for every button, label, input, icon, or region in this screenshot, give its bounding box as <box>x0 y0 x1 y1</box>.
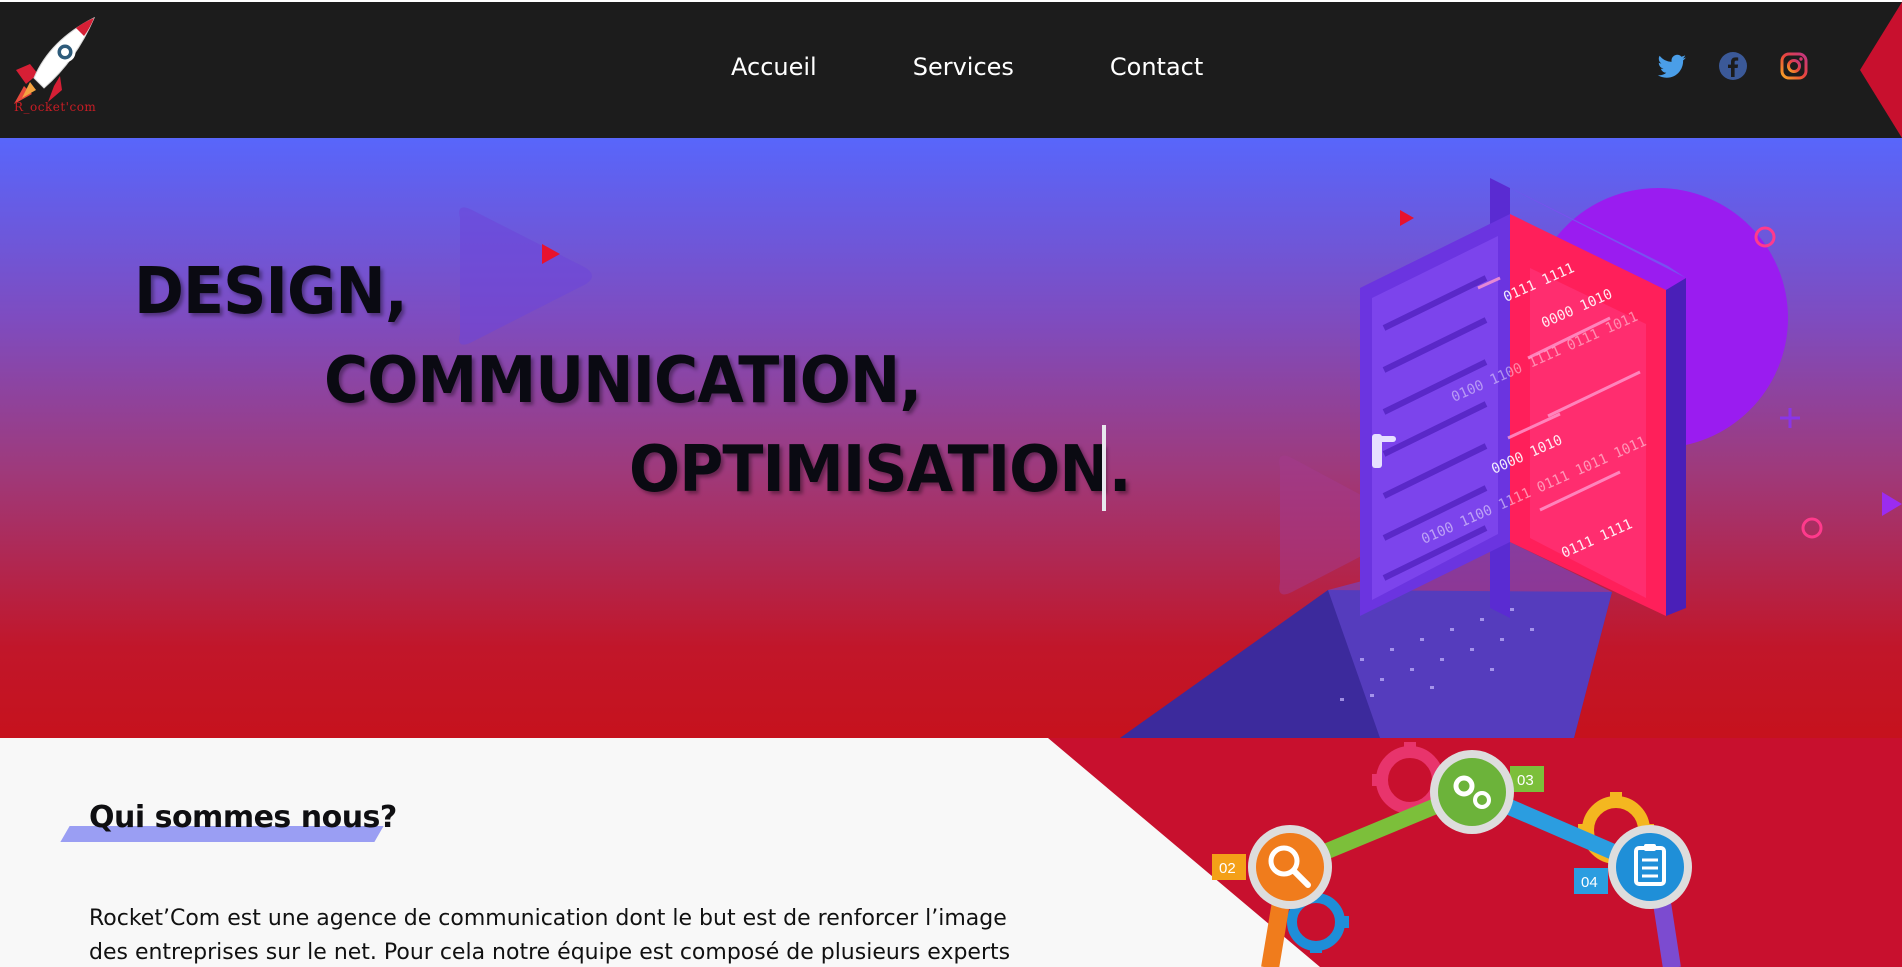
rocket-logo-icon <box>14 16 95 104</box>
hero-headline-design: DESIGN, <box>134 255 408 329</box>
hero-section: 0111 1111 0000 1010 0100 1100 1111 0111 … <box>0 138 1902 738</box>
step-label-02: 02 <box>1219 860 1236 877</box>
instagram-icon[interactable] <box>1778 50 1810 82</box>
play-shape-large <box>459 207 592 345</box>
navbar: R_ocket'com Accueil Services Contact <box>0 0 1902 138</box>
nav-link-contact[interactable]: Contact <box>1110 53 1203 81</box>
search-icon <box>1248 825 1332 909</box>
settings-gears-icon <box>1430 750 1514 834</box>
hero-headline-communication: COMMUNICATION, <box>324 344 922 418</box>
logo-text: R_ocket'com <box>14 100 97 114</box>
social-links <box>1656 50 1810 82</box>
hero-headline-optimisation: OPTIMISATION. <box>629 433 1132 507</box>
main-nav: Accueil Services Contact <box>731 53 1299 81</box>
step-label-04: 04 <box>1581 874 1598 891</box>
nav-corner-decoration <box>1860 2 1902 138</box>
twitter-icon[interactable] <box>1656 50 1688 82</box>
typing-cursor <box>1102 425 1106 511</box>
about-section: 02 03 04 Qui sommes nous? Rocket’Com est… <box>0 738 1902 967</box>
nav-link-accueil[interactable]: Accueil <box>731 53 817 81</box>
clipboard-icon <box>1608 825 1692 909</box>
about-description: Rocket’Com est une agence de communicati… <box>89 906 1011 965</box>
nav-link-services[interactable]: Services <box>913 53 1014 81</box>
step-label-03: 03 <box>1517 772 1534 789</box>
facebook-icon[interactable] <box>1717 50 1749 82</box>
about-title: Qui sommes nous? <box>89 800 397 835</box>
about-heading: Qui sommes nous? <box>60 800 397 842</box>
